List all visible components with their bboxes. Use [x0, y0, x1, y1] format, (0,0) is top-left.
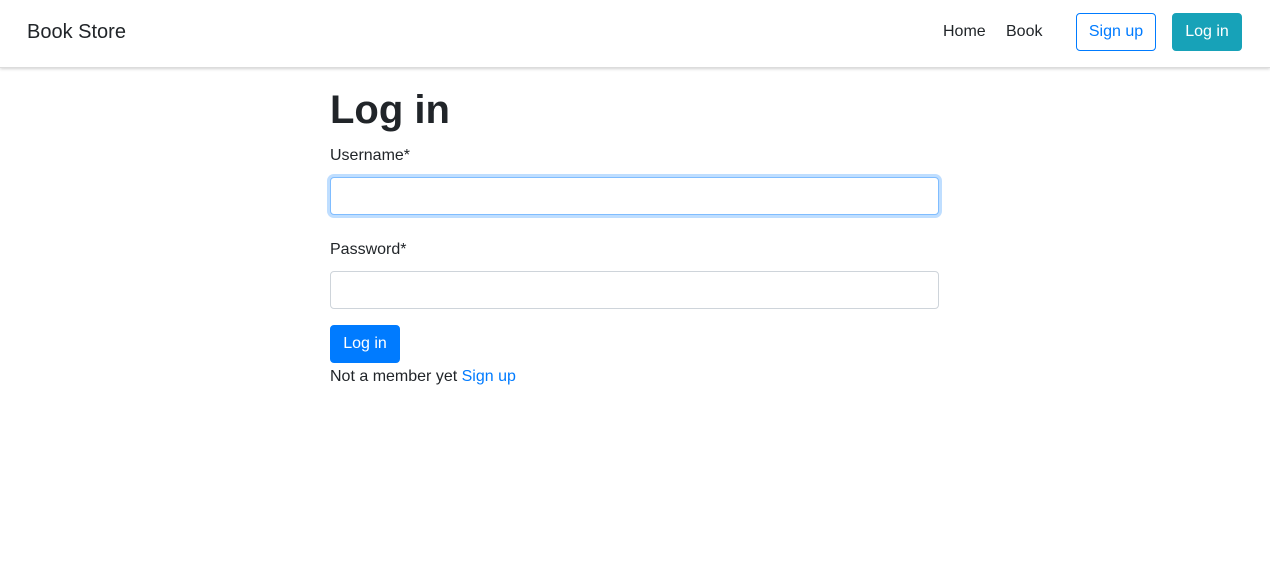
brand-link[interactable]: Book Store: [27, 19, 126, 45]
signup-prompt: Not a member yet Sign up: [330, 367, 939, 387]
nav-login-button[interactable]: Log in: [1172, 13, 1242, 51]
nav-book-link[interactable]: Book: [1006, 22, 1042, 42]
login-form: Username* Password* Log in Not a member …: [330, 146, 939, 387]
login-container: Log in Username* Password* Log in Not a …: [330, 88, 939, 387]
login-submit-button[interactable]: Log in: [330, 325, 400, 363]
page-title: Log in: [330, 88, 450, 132]
signup-prompt-text: Not a member yet: [330, 368, 458, 385]
password-label: Password*: [330, 241, 407, 258]
nav-signup-button[interactable]: Sign up: [1076, 13, 1156, 51]
username-input[interactable]: [330, 177, 939, 215]
password-input[interactable]: [330, 271, 939, 309]
username-label: Username*: [330, 147, 411, 164]
nav-home-link[interactable]: Home: [943, 22, 986, 42]
signup-link[interactable]: Sign up: [462, 368, 516, 385]
top-navbar: Book Store Home Book Sign up Log in: [0, 0, 1270, 68]
